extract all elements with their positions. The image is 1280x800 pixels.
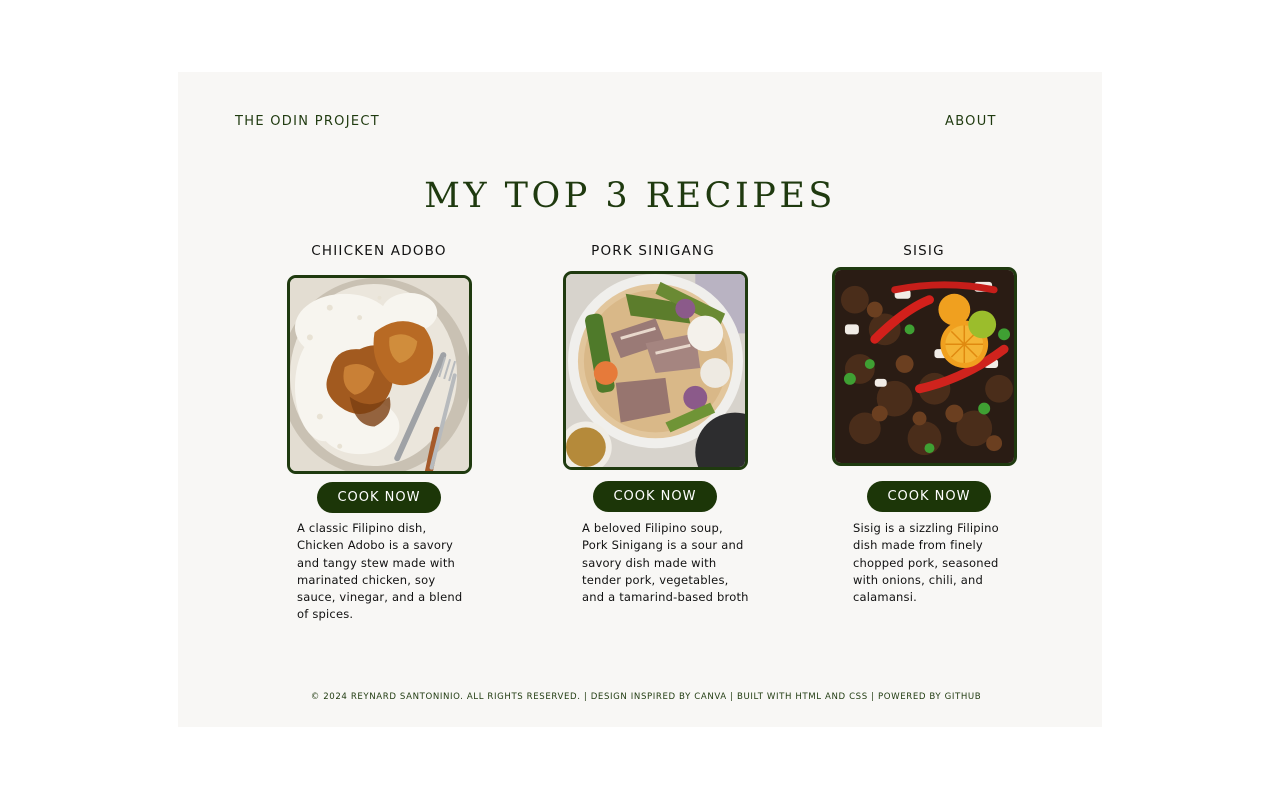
nav-brand-link[interactable]: THE ODIN PROJECT xyxy=(235,114,380,130)
recipe-description: A beloved Filipino soup, Pork Sinigang i… xyxy=(582,521,749,605)
footer-separator: | xyxy=(871,692,875,702)
chicken-adobo-image xyxy=(290,278,469,471)
cook-now-button[interactable]: COOK NOW xyxy=(867,481,991,512)
footer-github-link[interactable]: POWERED BY GITHUB xyxy=(878,692,981,702)
recipe-description: Sisig is a sizzling Filipino dish made f… xyxy=(853,521,999,605)
page-footer: © 2024 REYNARD SANTONINIO. ALL RIGHTS RE… xyxy=(178,691,1114,703)
footer-copyright: © 2024 REYNARD SANTONINIO. ALL RIGHTS RE… xyxy=(310,692,581,702)
recipe-title: CHIICKEN ADOBO xyxy=(311,243,447,259)
cook-now-button[interactable]: COOK NOW xyxy=(593,481,717,512)
sisig-photo xyxy=(832,267,1017,466)
recipe-description: A classic Filipino dish, Chicken Adobo i… xyxy=(297,521,463,622)
page-title: MY TOP 3 RECIPES xyxy=(424,176,836,216)
footer-built-with: BUILT WITH HTML AND CSS xyxy=(736,692,868,702)
nav-about-link[interactable]: ABOUT xyxy=(945,114,997,130)
cook-now-button[interactable]: COOK NOW xyxy=(317,482,441,513)
chicken-adobo-photo xyxy=(287,275,472,474)
pork-sinigang-photo xyxy=(563,271,748,470)
footer-separator: | xyxy=(583,692,588,702)
footer-separator: | xyxy=(730,692,734,702)
sisig-image xyxy=(835,270,1014,463)
footer-design-link[interactable]: DESIGN INSPIRED BY CANVA xyxy=(591,692,727,702)
recipe-title: PORK SINIGANG xyxy=(591,243,715,259)
recipe-page-panel: THE ODIN PROJECT ABOUT MY TOP 3 RECIPES … xyxy=(178,72,1102,727)
recipe-title: SISIG xyxy=(903,243,945,259)
pork-sinigang-image xyxy=(566,274,745,467)
